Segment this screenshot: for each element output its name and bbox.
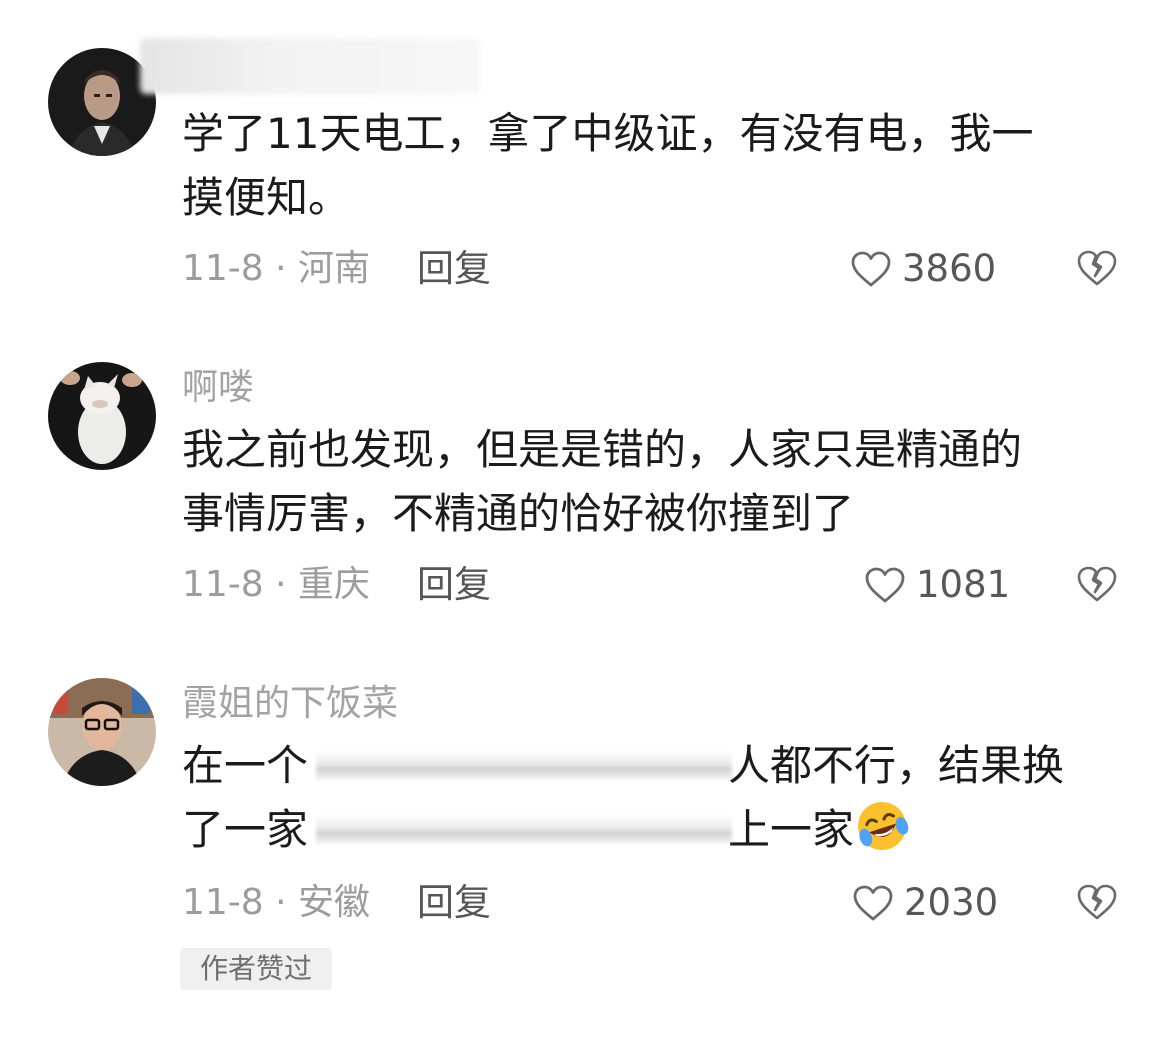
reply-button[interactable]: 回复	[417, 560, 491, 610]
avatar-image	[48, 678, 156, 786]
comment-list: 学了11天电工，拿了中级证，有没有电，我一 摸便知。 11-8 · 河南 回复 …	[0, 0, 1170, 1052]
heart-outline-icon	[851, 251, 891, 287]
heart-outline-icon	[865, 567, 905, 603]
heart-outline-icon	[853, 885, 893, 921]
redacted-text-line	[316, 816, 732, 846]
comment-meta: 11-8 · 安徽 回复 2030	[182, 878, 1142, 928]
date-location: 11-8 · 安徽	[182, 882, 371, 923]
comment-text-line: 学了11天电工，拿了中级证，有没有电，我一	[182, 109, 1034, 158]
reply-button[interactable]: 回复	[417, 878, 491, 928]
like-count: 2030	[904, 881, 999, 924]
comment-text-line: 事情厉害，不精通的恰好被你撞到了	[182, 489, 855, 538]
username[interactable]: 霞姐的下饭菜	[182, 684, 398, 724]
avatar[interactable]	[48, 678, 156, 786]
date-location: 11-8 · 河南	[182, 248, 371, 289]
laughing-crying-emoji	[858, 802, 909, 850]
like-button[interactable]: 1081	[864, 562, 1010, 608]
redacted-text-line	[316, 752, 732, 782]
comment-text-segment: 在一个	[182, 741, 309, 790]
comment-meta: 11-8 · 重庆 回复 1081	[182, 560, 1142, 610]
comment-text: 学了11天电工，拿了中级证，有没有电，我一 摸便知。	[182, 102, 1102, 230]
avatar[interactable]	[48, 362, 156, 470]
dislike-button[interactable]	[1076, 882, 1118, 922]
broken-heart-icon	[1077, 250, 1117, 286]
comment-meta: 11-8 · 河南 回复 3860	[182, 244, 1142, 294]
date-location: 11-8 · 重庆	[182, 564, 371, 605]
dislike-button[interactable]	[1076, 248, 1118, 288]
author-liked-badge: 作者赞过	[180, 948, 332, 990]
comment-text-segment: 了一家	[182, 805, 309, 854]
comment-text: 我之前也发现，但是是错的，人家只是精通的 事情厉害，不精通的恰好被你撞到了	[182, 418, 1102, 546]
username[interactable]: 啊喽	[182, 368, 254, 408]
broken-heart-icon	[1077, 884, 1117, 920]
comment-text-segment: 上一家	[728, 805, 855, 854]
comment-text-segment: 上一家	[728, 798, 910, 862]
comment-text-line: 我之前也发现，但是是错的，人家只是精通的	[182, 425, 1023, 474]
like-button[interactable]: 3860	[850, 246, 996, 292]
like-count: 1081	[916, 563, 1011, 606]
broken-heart-icon	[1077, 566, 1117, 602]
comment-text-line: 摸便知。	[182, 173, 351, 222]
avatar-image	[48, 362, 156, 470]
like-count: 3860	[902, 247, 997, 290]
like-button[interactable]: 2030	[852, 880, 998, 926]
dislike-button[interactable]	[1076, 564, 1118, 604]
reply-button[interactable]: 回复	[417, 244, 491, 294]
username-redacted	[140, 38, 480, 94]
comment-text-segment: 人都不行，结果换	[728, 741, 1065, 790]
